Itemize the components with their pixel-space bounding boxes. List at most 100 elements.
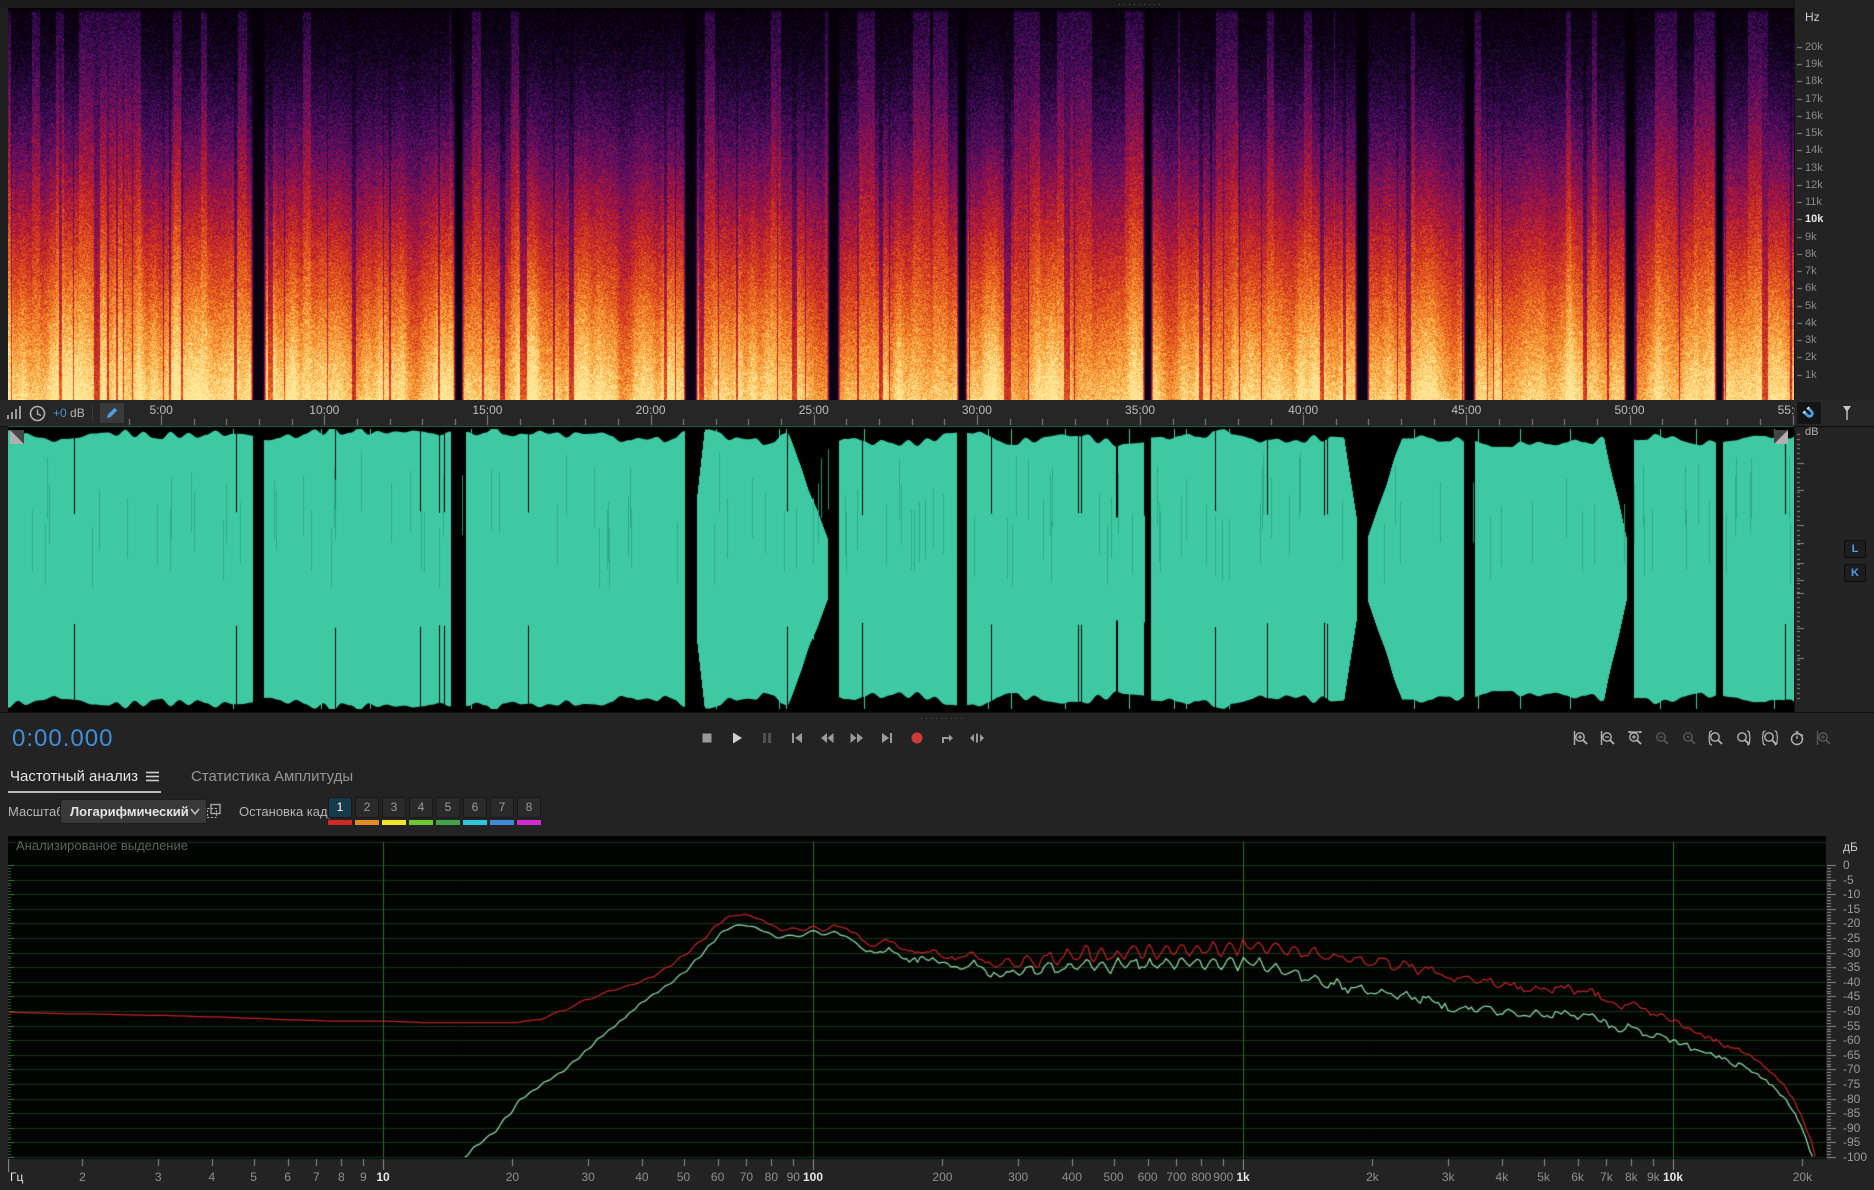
frame-hold-button-5[interactable]: 5 xyxy=(436,797,460,825)
skip-to-start-icon xyxy=(792,733,802,743)
analysis-panel: Частотный анализ Статистика Амплитуды Ма… xyxy=(0,762,1874,1190)
copy-graph-button[interactable] xyxy=(203,800,225,822)
fade-out-handle[interactable] xyxy=(1774,430,1788,444)
zoom-to-selection-button[interactable] xyxy=(1760,728,1780,748)
chart-y-tick-label: -45 xyxy=(1843,989,1861,1004)
freq-scale-label: 3k xyxy=(1805,334,1817,347)
channel-button-k[interactable]: K xyxy=(1844,564,1866,582)
time-ruler-label: 45:00 xyxy=(1451,403,1482,417)
time-ruler-label: 35:00 xyxy=(1125,403,1156,417)
freq-scale-label: 7k xyxy=(1805,265,1817,278)
time-ruler-label: 50:00 xyxy=(1614,403,1645,417)
frame-hold-button-6[interactable]: 6 xyxy=(463,797,487,825)
rewind-button[interactable] xyxy=(815,728,839,748)
skip-to-end-button[interactable] xyxy=(875,728,899,748)
freq-scale-label: 14k xyxy=(1805,144,1823,157)
frame-hold-button-8[interactable]: 8 xyxy=(517,797,541,825)
transport-buttons xyxy=(695,728,989,748)
zoom-out-vertical-button[interactable] xyxy=(1598,728,1618,748)
chart-y-tick-label: -85 xyxy=(1843,1106,1861,1121)
zoom-reset-button[interactable] xyxy=(1679,728,1699,748)
spectrogram-unit-label: Hz xyxy=(1805,10,1820,24)
tab-amplitude-statistics[interactable]: Статистика Амплитуды xyxy=(189,764,355,791)
chart-x-tick-label: 300 xyxy=(1008,1170,1029,1184)
current-time-display[interactable]: 0:00.000 xyxy=(12,725,113,753)
snap-toggle-button[interactable] xyxy=(1797,402,1821,424)
db-offset-label[interactable]: +0 dB xyxy=(53,406,85,420)
analysis-controls: Масштаб: Логарифмический Остановка кадра… xyxy=(0,796,1874,830)
zoom-out-horizontal-button[interactable] xyxy=(1652,728,1672,748)
waveform-view[interactable] xyxy=(8,426,1794,712)
freq-scale-label: 10k xyxy=(1805,213,1824,226)
zoom-to-in-point-button[interactable] xyxy=(1706,728,1726,748)
chart-y-tick-label: -65 xyxy=(1843,1047,1861,1062)
spectrogram-view[interactable] xyxy=(8,8,1794,400)
frame-hold-color-swatch xyxy=(463,820,487,825)
record-button[interactable] xyxy=(905,728,929,748)
zoom-out-horizontal-icon xyxy=(1656,732,1669,745)
tab-frequency-analysis[interactable]: Частотный анализ xyxy=(8,764,162,793)
chart-y-tick-label: -60 xyxy=(1843,1033,1861,1048)
pause-button[interactable] xyxy=(755,728,779,748)
chart-x-tick-label: 200 xyxy=(932,1170,953,1184)
chart-y-tick-label: -30 xyxy=(1843,945,1861,960)
freq-scale-label: 8k xyxy=(1805,247,1817,260)
zoom-to-out-point-icon xyxy=(1737,730,1751,746)
frequency-analysis-chart[interactable] xyxy=(8,836,1874,1190)
right-scale-gutter: Hz 20k 19k 18k 17k 16k 15k 14k 13k 12k 11k 10k 9k 8k… xyxy=(1794,0,1874,714)
frame-hold-button-3[interactable]: 3 xyxy=(382,797,406,825)
rewind-icon xyxy=(821,733,834,743)
time-ruler-label: 40:00 xyxy=(1288,403,1319,417)
time-ruler-label: 15:00 xyxy=(472,403,503,417)
add-marker-button[interactable] xyxy=(1838,402,1856,424)
zoom-to-out-point-button[interactable] xyxy=(1733,728,1753,748)
frame-hold-button-4[interactable]: 4 xyxy=(409,797,433,825)
zoom-in-vertical-button[interactable] xyxy=(1571,728,1591,748)
zoom-timed-icon xyxy=(1790,731,1804,746)
chart-y-tick-label: -95 xyxy=(1843,1135,1861,1150)
frame-hold-color-swatch xyxy=(517,820,541,825)
tab-label: Статистика Амплитуды xyxy=(191,768,354,785)
skip-selection-button[interactable] xyxy=(965,728,989,748)
stop-button[interactable] xyxy=(695,728,719,748)
play-button[interactable] xyxy=(725,728,749,748)
skip-selection-icon xyxy=(970,733,984,743)
clock-icon[interactable] xyxy=(29,405,46,422)
scale-dropdown[interactable]: Логарифмический xyxy=(60,799,207,824)
chevron-down-icon xyxy=(190,808,200,815)
chart-y-tick-label: -75 xyxy=(1843,1077,1861,1091)
loop-playback-button[interactable] xyxy=(935,728,959,748)
freq-scale-label: 1k xyxy=(1805,368,1817,381)
skip-to-start-button[interactable] xyxy=(785,728,809,748)
top-drag-strip[interactable]: ········· xyxy=(0,0,1874,9)
chart-x-tick-label: 100 xyxy=(802,1170,824,1184)
freq-scale-label: 18k xyxy=(1805,75,1823,88)
freq-scale-label: 16k xyxy=(1805,109,1823,122)
zoom-timed-button[interactable] xyxy=(1787,728,1807,748)
time-ruler[interactable]: 5:00 10:00 15:00 20:00 25:00 30:00 35:00 40:00 4… xyxy=(126,400,1795,426)
channel-button-l[interactable]: L xyxy=(1844,540,1866,558)
freq-scale-label: 2k xyxy=(1805,351,1817,364)
frame-hold-button-2[interactable]: 2 xyxy=(355,797,379,825)
pin-playhead-button[interactable] xyxy=(99,403,124,423)
frame-hold-button-7[interactable]: 7 xyxy=(490,797,514,825)
drag-handle-icon[interactable]: ········· xyxy=(1118,0,1163,9)
panel-menu-icon[interactable] xyxy=(146,771,160,782)
frame-hold-color-swatch xyxy=(382,820,406,825)
zoom-in-vertical-icon xyxy=(1573,731,1588,745)
record-icon xyxy=(911,732,923,744)
zoom-out-vertical-icon xyxy=(1600,731,1615,745)
fade-in-handle[interactable] xyxy=(10,430,24,444)
frame-hold-button-1[interactable]: 1 xyxy=(328,797,352,825)
fast-forward-button[interactable] xyxy=(845,728,869,748)
drag-handle-icon[interactable]: ········· xyxy=(920,714,965,723)
time-ruler-label: 10:00 xyxy=(309,403,340,417)
chart-y-tick-label: -90 xyxy=(1843,1120,1861,1135)
copy-icon xyxy=(206,803,221,819)
frame-hold-number: 7 xyxy=(490,797,514,818)
time-ruler-label: 25:00 xyxy=(798,403,829,417)
chart-x-tick-label: 20 xyxy=(505,1170,520,1184)
zoom-in-horizontal-button[interactable] xyxy=(1625,728,1645,748)
zoom-full-button[interactable] xyxy=(1814,728,1834,748)
levels-meter-icon[interactable] xyxy=(6,406,22,420)
